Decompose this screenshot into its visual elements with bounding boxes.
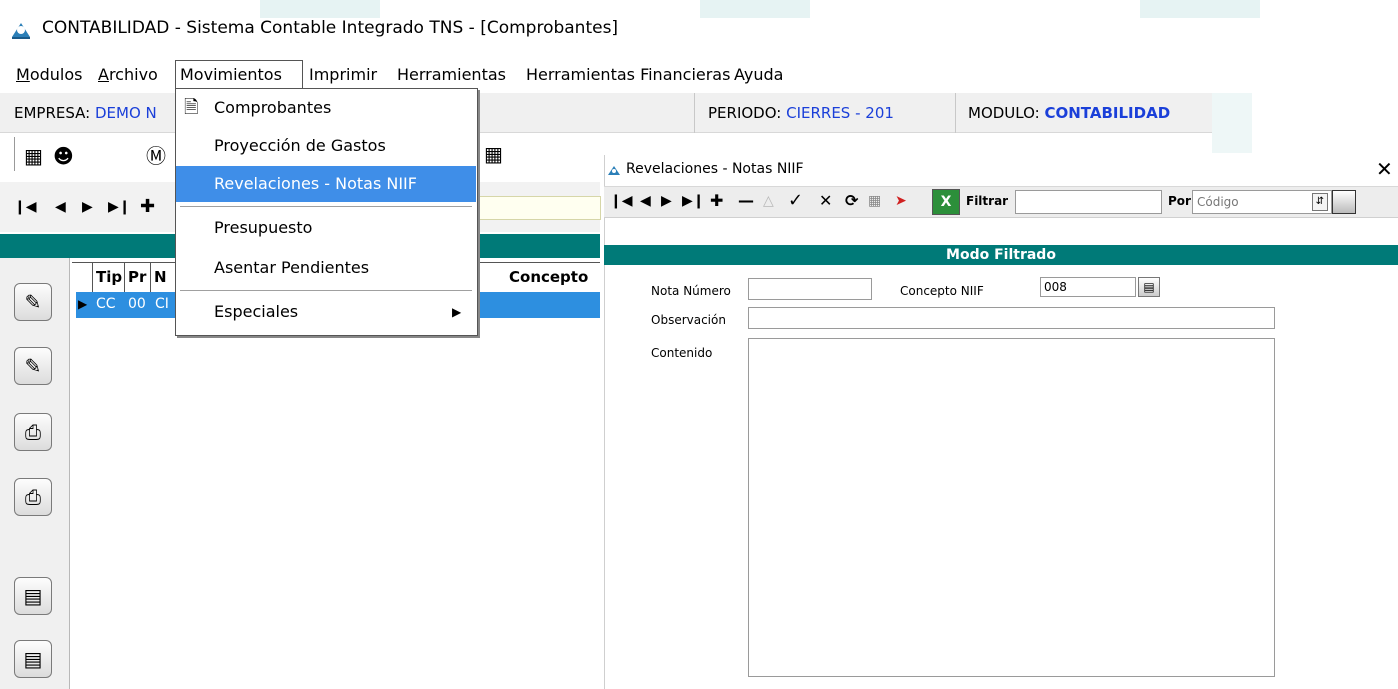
- delete-icon[interactable]: —: [738, 191, 754, 210]
- dialog-app-icon: [608, 166, 620, 175]
- menu-item-revelaciones[interactable]: Revelaciones - Notas NIIF: [176, 166, 476, 202]
- cancel-icon[interactable]: ✕: [819, 191, 832, 210]
- currency-icon[interactable]: Ⓜ: [146, 146, 166, 166]
- print-multiple-button[interactable]: ⎙: [14, 478, 52, 516]
- contenido-label: Contenido: [651, 346, 713, 360]
- close-icon[interactable]: ✕: [1376, 157, 1393, 181]
- prev-record-icon[interactable]: ◀: [640, 193, 651, 209]
- periodo-value: CIERRES - 201: [786, 104, 894, 122]
- grid-view-icon[interactable]: ▦: [868, 193, 881, 209]
- menu-herramientas-financieras[interactable]: Herramientas Financieras: [524, 60, 732, 90]
- concepto-niif-input[interactable]: 008: [1040, 277, 1136, 297]
- window-title: CONTABILIDAD - Sistema Contable Integrad…: [42, 18, 619, 38]
- menu-item-presupuesto[interactable]: Presupuesto: [176, 210, 476, 246]
- export-arrow-icon[interactable]: ➤: [895, 193, 907, 209]
- modulo-label: MODULO:: [968, 104, 1040, 122]
- lookup-icon[interactable]: ▤: [1138, 277, 1160, 297]
- menu-item-especiales[interactable]: Especiales ▶: [176, 294, 476, 330]
- refresh-icon[interactable]: ⟳: [845, 191, 858, 210]
- toolbar-grip: [14, 137, 15, 171]
- empresa-value: DEMO N: [95, 104, 157, 122]
- por-label: Por: [1168, 194, 1191, 208]
- mode-label: Modo Filtrado: [946, 247, 1056, 263]
- add-icon[interactable]: ✚: [710, 191, 723, 210]
- menu-item-proyeccion-gastos[interactable]: Proyección de Gastos: [176, 128, 476, 164]
- nav-search-field[interactable]: [476, 196, 601, 220]
- menu-ayuda[interactable]: Ayuda: [732, 60, 785, 90]
- prev-record-icon[interactable]: ◀: [55, 199, 66, 215]
- edit-document-button[interactable]: ✎: [14, 347, 52, 385]
- column-header-tip[interactable]: Tip: [92, 262, 124, 292]
- menu-separator: [180, 206, 472, 207]
- spinner-icon[interactable]: ⇵: [1312, 193, 1328, 211]
- first-record-icon[interactable]: ❙◀: [610, 193, 633, 209]
- user-icon[interactable]: ☻: [53, 146, 74, 166]
- edit-icon[interactable]: △: [763, 193, 774, 209]
- menu-item-comprobantes[interactable]: 🗎 Comprobantes: [176, 90, 476, 126]
- print-button[interactable]: ⎙: [14, 413, 52, 451]
- excel-icon[interactable]: X: [932, 189, 960, 215]
- cell-pr: 00: [128, 296, 146, 312]
- calculator-icon[interactable]: ▦: [484, 144, 503, 164]
- side-button-panel: [0, 258, 70, 689]
- add-record-icon[interactable]: ✚: [140, 196, 155, 217]
- contenido-textarea[interactable]: [748, 338, 1275, 677]
- observacion-input[interactable]: [748, 307, 1275, 329]
- filtrar-input[interactable]: [1015, 190, 1162, 214]
- por-select[interactable]: Código: [1192, 190, 1332, 214]
- empresa-label: EMPRESA:: [14, 104, 91, 122]
- books-button[interactable]: ▤: [14, 577, 52, 615]
- document-icon: 🗎: [184, 97, 199, 118]
- org-chart-icon[interactable]: ▦: [24, 146, 43, 166]
- cell-tip: CC: [96, 296, 116, 312]
- menu-item-asentar-pendientes[interactable]: Asentar Pendientes: [176, 250, 476, 286]
- nota-numero-label: Nota Número: [651, 284, 731, 298]
- status-divider: [955, 93, 956, 133]
- app-logo-icon: [12, 23, 30, 39]
- filtrar-label: Filtrar: [966, 194, 1009, 208]
- export-button[interactable]: ▤: [14, 640, 52, 678]
- menu-movimientos[interactable]: Movimientos: [175, 60, 303, 90]
- cell-n: CI: [155, 296, 169, 312]
- column-header-pr[interactable]: Pr: [124, 262, 150, 292]
- menu-modulos[interactable]: Modulos: [14, 60, 84, 90]
- modulo-status: MODULO: CONTABILIDAD: [968, 104, 1170, 122]
- row-pointer-icon: ▶: [78, 297, 88, 311]
- last-record-icon[interactable]: ▶❙: [108, 199, 131, 215]
- status-divider: [694, 93, 695, 133]
- observacion-label: Observación: [651, 313, 726, 327]
- modulo-value: CONTABILIDAD: [1044, 104, 1171, 122]
- periodo-status: PERIODO: CIERRES - 201: [708, 104, 894, 122]
- menu-herramientas[interactable]: Herramientas: [395, 60, 508, 90]
- concepto-niif-label: Concepto NIIF: [900, 284, 984, 298]
- last-record-icon[interactable]: ▶❙: [682, 193, 705, 209]
- submenu-arrow-icon: ▶: [452, 305, 462, 319]
- next-record-icon[interactable]: ▶: [82, 199, 93, 215]
- new-document-button[interactable]: ✎: [14, 283, 52, 321]
- filter-apply-button[interactable]: [1332, 190, 1356, 214]
- menu-imprimir[interactable]: Imprimir: [307, 60, 379, 90]
- next-record-icon[interactable]: ▶: [661, 193, 672, 209]
- dialog-title: Revelaciones - Notas NIIF: [626, 161, 804, 177]
- confirm-icon[interactable]: ✓: [788, 190, 803, 211]
- nota-numero-input[interactable]: [748, 278, 872, 300]
- column-header-concepto[interactable]: Concepto: [478, 262, 600, 292]
- menu-separator: [180, 290, 472, 291]
- periodo-label: PERIODO:: [708, 104, 782, 122]
- menu-archivo[interactable]: Archivo: [96, 60, 160, 90]
- first-record-icon[interactable]: ❙◀: [14, 199, 37, 215]
- bg-stripe: [1212, 93, 1252, 153]
- empresa-status: EMPRESA: DEMO N: [14, 104, 157, 122]
